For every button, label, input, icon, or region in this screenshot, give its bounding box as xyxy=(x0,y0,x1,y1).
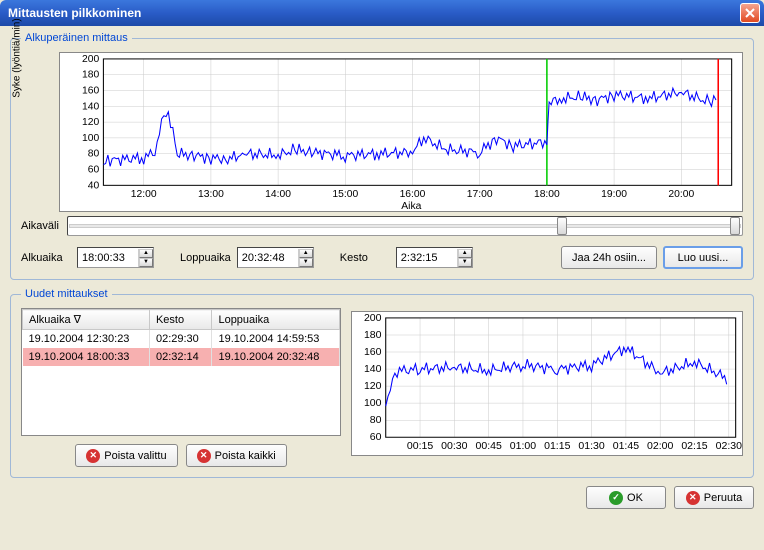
svg-text:02:30: 02:30 xyxy=(716,441,742,452)
svg-text:00:30: 00:30 xyxy=(441,441,468,452)
svg-text:200: 200 xyxy=(82,54,100,65)
delete-all-button[interactable]: ✕ Poista kaikki xyxy=(186,444,287,467)
ok-icon: ✓ xyxy=(609,491,623,505)
window-title: Mittausten pilkkominen xyxy=(4,6,740,20)
svg-text:01:00: 01:00 xyxy=(510,441,537,452)
new-measurements-group: Uudet mittaukset Alkuaika ∇ Kesto Loppua… xyxy=(10,288,754,478)
svg-text:200: 200 xyxy=(364,313,382,324)
svg-text:20:00: 20:00 xyxy=(668,189,694,200)
end-time-label: Loppuaika xyxy=(180,252,231,264)
svg-text:60: 60 xyxy=(88,165,100,176)
svg-text:120: 120 xyxy=(364,381,382,392)
svg-text:01:15: 01:15 xyxy=(544,441,571,452)
start-time-input[interactable] xyxy=(78,250,138,266)
delete-icon: ✕ xyxy=(86,449,100,463)
time-range-slider[interactable] xyxy=(67,216,743,236)
delete-selected-button[interactable]: ✕ Poista valittu xyxy=(75,444,177,467)
close-icon xyxy=(745,8,755,18)
slider-label: Aikaväli xyxy=(21,220,59,232)
svg-text:40: 40 xyxy=(88,180,100,191)
end-time-spin[interactable]: ▲▼ xyxy=(237,247,314,268)
svg-text:120: 120 xyxy=(82,117,100,128)
svg-text:16:00: 16:00 xyxy=(400,189,426,200)
col-end[interactable]: Loppuaika xyxy=(212,310,340,330)
col-start[interactable]: Alkuaika ∇ xyxy=(23,310,150,330)
start-time-label: Alkuaika xyxy=(21,252,71,264)
split-24h-button[interactable]: Jaa 24h osiin... xyxy=(561,246,657,269)
cancel-icon: ✕ xyxy=(686,491,700,505)
svg-text:19:00: 19:00 xyxy=(601,189,627,200)
svg-text:02:00: 02:00 xyxy=(647,441,674,452)
svg-text:140: 140 xyxy=(82,101,100,112)
svg-text:01:30: 01:30 xyxy=(578,441,605,452)
original-measurement-group: Alkuperäinen mittaus Syke (lyöntiä/min) … xyxy=(10,32,754,280)
svg-text:00:45: 00:45 xyxy=(475,441,502,452)
table-row[interactable]: 19.10.2004 18:00:3302:32:1419.10.2004 20… xyxy=(23,348,340,366)
duration-input[interactable] xyxy=(397,250,457,266)
group1-legend: Alkuperäinen mittaus xyxy=(21,32,132,44)
duration-spin[interactable]: ▲▼ xyxy=(396,247,473,268)
svg-text:180: 180 xyxy=(82,70,100,81)
svg-text:01:45: 01:45 xyxy=(613,441,640,452)
svg-text:160: 160 xyxy=(82,86,100,97)
svg-text:60: 60 xyxy=(370,432,382,443)
svg-text:15:00: 15:00 xyxy=(332,189,358,200)
svg-text:13:00: 13:00 xyxy=(198,189,224,200)
chart1-ylabel: Syke (lyöntiä/min) xyxy=(12,18,23,97)
cancel-button[interactable]: ✕ Peruuta xyxy=(674,486,754,509)
spin-up-icon[interactable]: ▲ xyxy=(458,249,472,258)
group2-legend: Uudet mittaukset xyxy=(21,288,112,300)
svg-text:14:00: 14:00 xyxy=(265,189,291,200)
chart2: 60 80 100 120 140 160 180 200 00:15 00:30 00:45 01:… xyxy=(351,311,743,456)
titlebar: Mittausten pilkkominen xyxy=(0,0,764,26)
create-new-button[interactable]: Luo uusi... xyxy=(663,246,743,269)
svg-text:18:00: 18:00 xyxy=(534,189,560,200)
col-duration[interactable]: Kesto xyxy=(149,310,211,330)
spin-up-icon[interactable]: ▲ xyxy=(299,249,313,258)
table-row[interactable]: 19.10.2004 12:30:2302:29:3019.10.2004 14… xyxy=(23,330,340,349)
measurements-table[interactable]: Alkuaika ∇ Kesto Loppuaika 19.10.2004 12… xyxy=(21,308,341,436)
svg-text:12:00: 12:00 xyxy=(131,189,157,200)
svg-text:100: 100 xyxy=(82,133,100,144)
slider-handle-right[interactable] xyxy=(730,217,740,235)
ok-button[interactable]: ✓ OK xyxy=(586,486,666,509)
spin-up-icon[interactable]: ▲ xyxy=(139,249,153,258)
svg-text:00:15: 00:15 xyxy=(407,441,434,452)
svg-text:160: 160 xyxy=(364,347,382,358)
start-time-spin[interactable]: ▲▼ xyxy=(77,247,154,268)
chart1: 40 60 80 100 120 140 160 180 200 12:00 13:00 14:00 1… xyxy=(59,52,743,212)
svg-text:100: 100 xyxy=(364,398,382,409)
slider-handle-left[interactable] xyxy=(557,217,567,235)
svg-text:180: 180 xyxy=(364,330,382,341)
svg-text:Aika: Aika xyxy=(401,201,421,211)
svg-text:140: 140 xyxy=(364,364,382,375)
spin-down-icon[interactable]: ▼ xyxy=(299,258,313,267)
svg-text:80: 80 xyxy=(88,149,100,160)
delete-icon: ✕ xyxy=(197,449,211,463)
duration-label: Kesto xyxy=(340,252,390,264)
spin-down-icon[interactable]: ▼ xyxy=(458,258,472,267)
close-button[interactable] xyxy=(740,3,760,23)
end-time-input[interactable] xyxy=(238,250,298,266)
svg-text:17:00: 17:00 xyxy=(467,189,493,200)
spin-down-icon[interactable]: ▼ xyxy=(139,258,153,267)
svg-text:02:15: 02:15 xyxy=(681,441,708,452)
svg-text:80: 80 xyxy=(370,415,382,426)
